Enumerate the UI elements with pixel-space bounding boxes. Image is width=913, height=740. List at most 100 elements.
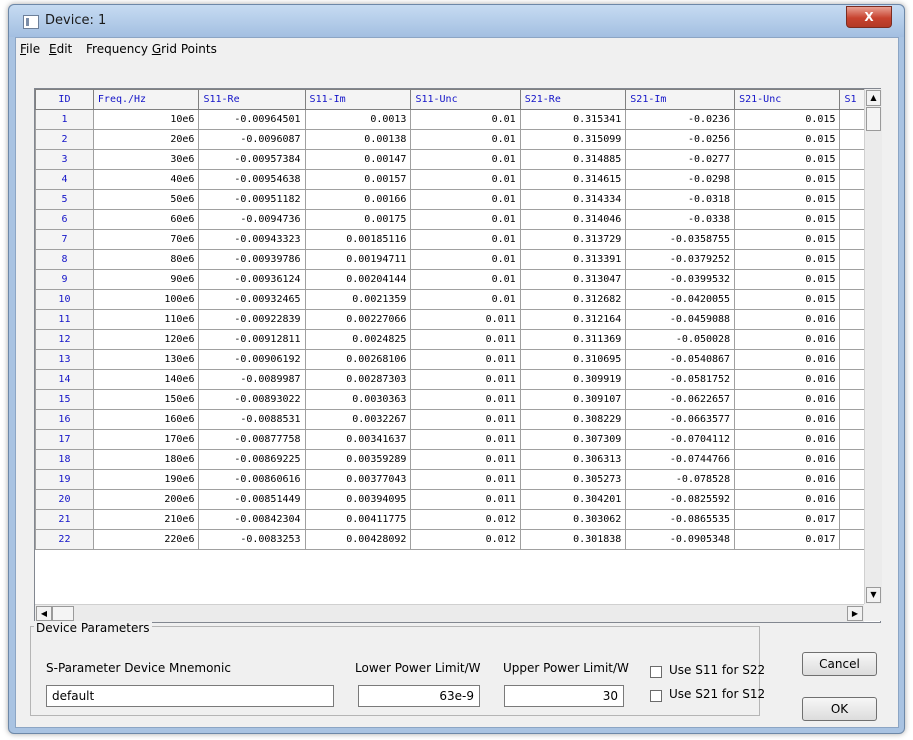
table-cell[interactable]: -0.0663577 — [625, 409, 736, 430]
table-cell[interactable]: -0.0083253 — [198, 529, 306, 550]
down-arrow-icon[interactable]: ▼ — [866, 587, 881, 603]
up-arrow-icon[interactable]: ▲ — [866, 90, 881, 106]
table-cell[interactable]: 0.011 — [410, 469, 521, 490]
table-row[interactable]: 12 120e6 -0.00912811 0.0024825 0.011 0.311369… — [35, 329, 880, 350]
table-cell[interactable]: 0.00194711 — [304, 249, 412, 270]
table-cell[interactable]: 0.00377043 — [304, 469, 412, 490]
table-cell[interactable]: -0.0236 — [625, 109, 736, 130]
table-cell[interactable]: 0.017 — [734, 509, 841, 530]
left-arrow-icon[interactable]: ◀ — [36, 606, 52, 621]
table-cell[interactable]: 0.016 — [734, 369, 841, 390]
table-row[interactable]: 16 160e6 -0.0088531 0.0032267 0.011 0.308229-… — [35, 409, 880, 430]
table-cell[interactable]: -0.00869225 — [198, 449, 306, 470]
table-cell[interactable]: -0.00893022 — [198, 389, 306, 410]
table-cell[interactable]: 0.017 — [734, 529, 841, 550]
column-header-2[interactable]: S11-Re — [198, 89, 306, 110]
table-cell[interactable]: 0.0013 — [304, 109, 412, 130]
column-header-7[interactable]: S21-Unc — [734, 89, 841, 110]
table-cell[interactable]: 0.016 — [734, 309, 841, 330]
table-cell[interactable]: 0.011 — [410, 369, 521, 390]
table-cell[interactable]: 0.016 — [734, 429, 841, 450]
table-cell[interactable]: 0.01 — [410, 169, 521, 190]
menu-frequency-grid-points[interactable]: Frequency Grid Points — [86, 42, 217, 56]
sparameter-grid[interactable]: ID Freq./Hz S11-Re S11-Im S11-Unc S21-Re S21-I… — [34, 88, 881, 623]
row-id-cell[interactable]: 13 — [35, 349, 94, 370]
table-cell[interactable]: -0.00922839 — [198, 309, 306, 330]
table-cell[interactable]: -0.078528 — [625, 469, 736, 490]
table-cell[interactable]: 0.016 — [734, 469, 841, 490]
table-cell[interactable]: 0.308229 — [519, 409, 627, 430]
table-row[interactable]: 17 170e6 -0.00877758 0.00341637 0.011 0.30730… — [35, 429, 880, 450]
table-cell[interactable]: -0.0540867 — [625, 349, 736, 370]
row-id-cell[interactable]: 14 — [35, 369, 94, 390]
table-cell[interactable]: 0.312682 — [519, 289, 627, 310]
row-id-cell[interactable]: 2 — [35, 129, 94, 150]
table-cell[interactable]: -0.0622657 — [625, 389, 736, 410]
table-cell[interactable]: 0.306313 — [519, 449, 627, 470]
table-cell[interactable]: 0.012 — [410, 529, 521, 550]
table-cell[interactable]: 0.00204144 — [304, 269, 412, 290]
table-row[interactable]: 21 210e6 -0.00842304 0.00411775 0.012 0.30306… — [35, 509, 880, 530]
table-cell[interactable]: 200e6 — [92, 489, 200, 510]
table-cell[interactable]: 0.01 — [410, 209, 521, 230]
vertical-scroll-thumb[interactable] — [866, 107, 881, 131]
table-cell[interactable]: 0.00428092 — [304, 529, 412, 550]
table-cell[interactable]: 170e6 — [92, 429, 200, 450]
menu-file[interactable]: File — [20, 42, 40, 56]
table-cell[interactable]: 0.0030363 — [304, 389, 412, 410]
table-cell[interactable]: 0.304201 — [519, 489, 627, 510]
table-cell[interactable]: 0.312164 — [519, 309, 627, 330]
table-cell[interactable]: 0.00341637 — [304, 429, 412, 450]
table-cell[interactable]: -0.0318 — [625, 189, 736, 210]
table-cell[interactable]: 0.011 — [410, 329, 521, 350]
table-cell[interactable]: 0.015 — [734, 289, 841, 310]
table-cell[interactable]: 0.0032267 — [304, 409, 412, 430]
table-cell[interactable]: -0.0379252 — [625, 249, 736, 270]
table-row[interactable]: 6 60e6 -0.0094736 0.00175 0.01 0.314046 -0.033… — [35, 209, 880, 230]
table-cell[interactable]: -0.00939786 — [198, 249, 306, 270]
table-cell[interactable]: -0.0338 — [625, 209, 736, 230]
table-cell[interactable]: 0.311369 — [519, 329, 627, 350]
column-header-1[interactable]: Freq./Hz — [92, 89, 200, 110]
table-cell[interactable]: 0.011 — [410, 409, 521, 430]
column-header-0[interactable]: ID — [35, 89, 94, 110]
table-cell[interactable]: 140e6 — [92, 369, 200, 390]
table-cell[interactable]: 0.00287303 — [304, 369, 412, 390]
table-cell[interactable]: 0.00175 — [304, 209, 412, 230]
table-cell[interactable]: -0.00951182 — [198, 189, 306, 210]
row-id-cell[interactable]: 4 — [35, 169, 94, 190]
table-cell[interactable]: 0.016 — [734, 329, 841, 350]
table-cell[interactable]: 0.305273 — [519, 469, 627, 490]
table-cell[interactable]: 0.307309 — [519, 429, 627, 450]
table-cell[interactable]: -0.0825592 — [625, 489, 736, 510]
table-cell[interactable]: 150e6 — [92, 389, 200, 410]
row-id-cell[interactable]: 7 — [35, 229, 94, 250]
table-row[interactable]: 2 20e6 -0.0096087 0.00138 0.01 0.315099 -0.025… — [35, 129, 880, 150]
table-cell[interactable]: -0.0089987 — [198, 369, 306, 390]
table-cell[interactable]: 0.00227066 — [304, 309, 412, 330]
table-cell[interactable]: 190e6 — [92, 469, 200, 490]
table-cell[interactable]: -0.0905348 — [625, 529, 736, 550]
row-id-cell[interactable]: 18 — [35, 449, 94, 470]
table-cell[interactable]: 0.00411775 — [304, 509, 412, 530]
right-arrow-icon[interactable]: ▶ — [847, 606, 863, 621]
row-id-cell[interactable]: 15 — [35, 389, 94, 410]
ok-button[interactable]: OK — [802, 697, 877, 721]
table-cell[interactable]: -0.00851449 — [198, 489, 306, 510]
table-cell[interactable]: 0.011 — [410, 489, 521, 510]
table-cell[interactable]: 20e6 — [92, 129, 200, 150]
table-cell[interactable]: 180e6 — [92, 449, 200, 470]
table-cell[interactable]: 0.015 — [734, 149, 841, 170]
table-cell[interactable]: 0.011 — [410, 449, 521, 470]
table-cell[interactable]: 0.309919 — [519, 369, 627, 390]
table-cell[interactable]: 0.314046 — [519, 209, 627, 230]
row-id-cell[interactable]: 16 — [35, 409, 94, 430]
table-cell[interactable]: 0.012 — [410, 509, 521, 530]
table-cell[interactable]: 120e6 — [92, 329, 200, 350]
table-cell[interactable]: 0.313391 — [519, 249, 627, 270]
column-header-6[interactable]: S21-Im — [625, 89, 736, 110]
use-s21-for-s12-checkbox[interactable] — [650, 690, 662, 702]
column-header-4[interactable]: S11-Unc — [410, 89, 521, 110]
table-row[interactable]: 18 180e6 -0.00869225 0.00359289 0.011 0.30631… — [35, 449, 880, 470]
table-row[interactable]: 22 220e6 -0.0083253 0.00428092 0.012 0.301838… — [35, 529, 880, 550]
